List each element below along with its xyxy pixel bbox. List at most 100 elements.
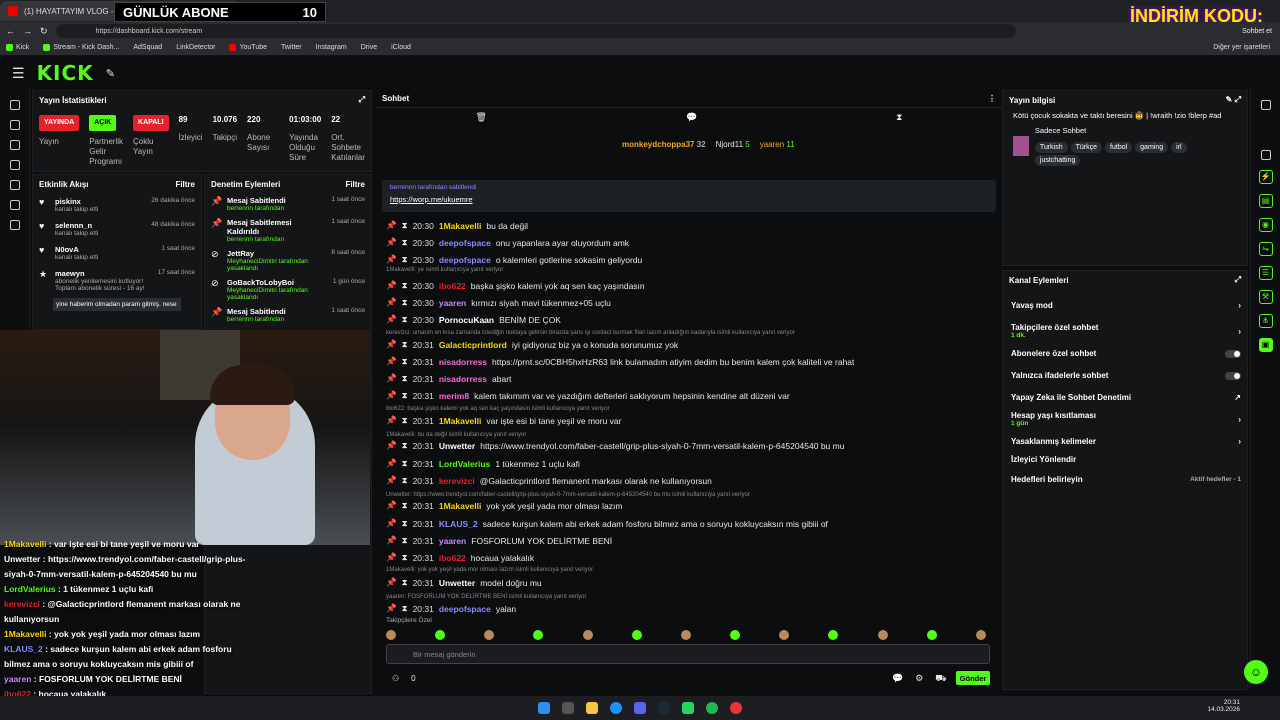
chat-message[interactable]: 📌 ⧗ 20:31 Unwetter model doğru mu [386, 577, 542, 588]
chat-message[interactable]: 📌 ⧗ 20:31 deepofspace yalan [386, 603, 516, 614]
nav-icon[interactable] [9, 140, 20, 150]
kick-logo[interactable]: KICK [37, 61, 94, 85]
menu-icon[interactable]: ☰ [12, 65, 25, 82]
pin-icon[interactable]: 📌 [386, 458, 397, 469]
activity-item[interactable]: ♥ selennn_n kanalı takip etti 48 dakika önc… [33, 217, 201, 241]
car-icon[interactable]: ⛟ [935, 673, 946, 685]
nav-icon[interactable] [9, 200, 20, 210]
stream-tag[interactable]: irl [1171, 142, 1187, 153]
channel-action[interactable]: Hedefleri belirleyin Aktif hedefler - 1 [1011, 475, 1241, 484]
link-icon[interactable]: ⇋ [1258, 242, 1273, 256]
message-user[interactable]: Unwetter [439, 578, 475, 588]
pin-icon[interactable]: 📌 [386, 297, 397, 308]
mod-icon[interactable]: ▣ [1258, 338, 1273, 352]
timeout-icon[interactable]: ⧗ [402, 518, 408, 529]
timeout-icon[interactable]: ⧗ [402, 500, 408, 511]
chat-message[interactable]: 📌 ⧗ 20:31 LordValerius 1 tükenmez 1 uçlu kaf… [386, 458, 580, 469]
reload-icon[interactable]: ↻ [40, 26, 48, 37]
bookmark[interactable]: Twitter [281, 44, 302, 51]
chevron-right-icon[interactable]: › [1238, 437, 1241, 446]
chat-message[interactable]: 📌 ⧗ 20:30 yaaren kırmızı siyah mavi tükenmez… [386, 297, 611, 308]
chat-button[interactable]: Sohbet et [1242, 28, 1272, 35]
pin-icon[interactable]: ✎ [106, 67, 115, 80]
message-user[interactable]: LordValerius [439, 459, 491, 469]
pin-icon[interactable]: 📌 [386, 390, 397, 401]
emote-icon[interactable] [730, 630, 741, 640]
timeout-icon[interactable]: ⧗ [402, 297, 408, 308]
timeout-icon[interactable]: ⧗ [402, 220, 408, 231]
channel-action[interactable]: Yasaklanmış kelimeler › [1011, 437, 1241, 446]
message-user[interactable]: KLAUS_2 [439, 519, 478, 529]
pinned-message[interactable]: berrennn tarafından sabitlendi https://w… [382, 180, 996, 212]
message-user[interactable]: merim8 [439, 391, 469, 401]
moderation-item[interactable]: ⊘ JettRay MeyhaneciDimitri tarafından yasa… [205, 246, 371, 275]
emote-icon[interactable] [386, 630, 396, 640]
timeout-icon[interactable]: ⧗ [402, 535, 408, 546]
chat-message[interactable]: 📌 ⧗ 20:31 Galacticprintlord iyi gidiyoruz bi… [386, 339, 678, 350]
channel-action[interactable]: Yavaş mod › [1011, 301, 1241, 310]
pin-icon[interactable]: 📌 [386, 254, 397, 265]
timeout-icon[interactable]: ⧗ [402, 280, 408, 291]
url-input[interactable]: https://dashboard.kick.com/stream [55, 24, 1016, 38]
hourglass-icon[interactable]: ⧗ [896, 112, 902, 128]
pin-icon[interactable]: 📌 [386, 339, 397, 350]
toggle-switch[interactable] [1225, 349, 1241, 358]
chat-input[interactable]: Bir mesaj gönderin [386, 644, 990, 664]
other-bookmarks[interactable]: Diğer yer işaretleri [1213, 44, 1270, 51]
pinned-link[interactable]: https://worp.me/ukuemre [390, 195, 988, 204]
activity-item[interactable]: ♥ N0ovA kanalı takip etti 1 saat önce [33, 241, 201, 265]
toggle-switch[interactable] [1225, 371, 1241, 380]
external-link-icon[interactable]: ↗ [1234, 393, 1241, 402]
emote-icon[interactable] [828, 630, 839, 640]
chat-message[interactable]: 📌 ⧗ 20:30 ibo622 başka şişko kalemi yok aq s… [386, 280, 645, 291]
filter-button[interactable]: Filtre [345, 180, 365, 189]
emote-icon[interactable] [631, 630, 642, 640]
share-icon[interactable]: ⋔ [1258, 314, 1273, 328]
users-icon[interactable]: ⚇ [392, 674, 399, 683]
chat-message[interactable]: 📌 ⧗ 20:31 1Makavelli yok yok yeşil yada mor … [386, 500, 622, 511]
chat-message[interactable]: 📌 ⧗ 20:30 deepofspace onu yapanlara ayar olu… [386, 237, 629, 248]
chat-message[interactable]: 📌 ⧗ 20:31 kerevizci @Galacticprintlord flema… [386, 475, 712, 486]
folder-icon[interactable] [586, 702, 598, 714]
chat-icon[interactable]: ◉ [1258, 218, 1273, 232]
pin-icon[interactable]: 📌 [386, 373, 397, 384]
chat-message[interactable]: 📌 ⧗ 20:31 ibo622 hocaua yalakalık [386, 552, 534, 563]
chevron-right-icon[interactable]: › [1238, 415, 1241, 424]
bookmark[interactable]: AdSquad [133, 44, 162, 51]
popout-icon[interactable]: ⤢ [359, 95, 365, 105]
message-user[interactable]: yaaren [439, 298, 466, 308]
bookmark[interactable]: iCloud [391, 44, 411, 51]
nav-icon[interactable] [9, 180, 20, 190]
nav-icon[interactable] [9, 120, 20, 130]
whatsapp-icon[interactable] [682, 702, 694, 714]
message-user[interactable]: kerevizci [439, 476, 475, 486]
message-user[interactable]: Unwetter [439, 441, 475, 451]
settings-icon[interactable]: ⚙ [915, 673, 923, 685]
moderation-item[interactable]: 📌 Mesaj Sabitlendi berrennn tarafından 1 sa… [205, 304, 371, 326]
channel-action[interactable]: Hesap yaşı kısıtlaması 1 gün › [1011, 411, 1241, 427]
pin-icon[interactable]: 📌 [386, 603, 397, 614]
pin-icon[interactable]: 📌 [386, 518, 397, 529]
timeout-icon[interactable]: ⧗ [402, 440, 408, 451]
nav-icon[interactable] [9, 160, 20, 170]
message-user[interactable]: 1Makavelli [439, 501, 482, 511]
timeout-icon[interactable]: ⧗ [402, 339, 408, 350]
moderation-item[interactable]: 📌 Mesaj Sabitlendi berrennn tarafından 1 sa… [205, 193, 371, 215]
tool-icon[interactable]: ⚒ [1258, 290, 1273, 304]
emote-icon[interactable] [484, 630, 495, 640]
windows-start-icon[interactable] [538, 702, 550, 714]
pin-icon[interactable]: 📌 [386, 220, 397, 231]
message-user[interactable]: deepofspace [439, 255, 491, 265]
spotify-icon[interactable] [706, 702, 718, 714]
pin-icon[interactable]: 📌 [386, 475, 397, 486]
message-user[interactable]: nisadorress [439, 357, 487, 367]
timeout-icon[interactable]: ⧗ [402, 415, 408, 426]
more-icon[interactable]: ⋮ [988, 94, 996, 103]
popout-icon[interactable]: ⤢ [1235, 275, 1241, 285]
pin-icon[interactable]: 📌 [386, 440, 397, 451]
stream-category[interactable]: Sadece Sohbet [1035, 126, 1237, 135]
filter-button[interactable]: Filtre [175, 180, 195, 189]
pin-icon[interactable]: 📌 [386, 356, 397, 367]
chat-icon[interactable]: 💬 [892, 673, 903, 685]
pin-icon[interactable]: 📌 [386, 552, 397, 563]
